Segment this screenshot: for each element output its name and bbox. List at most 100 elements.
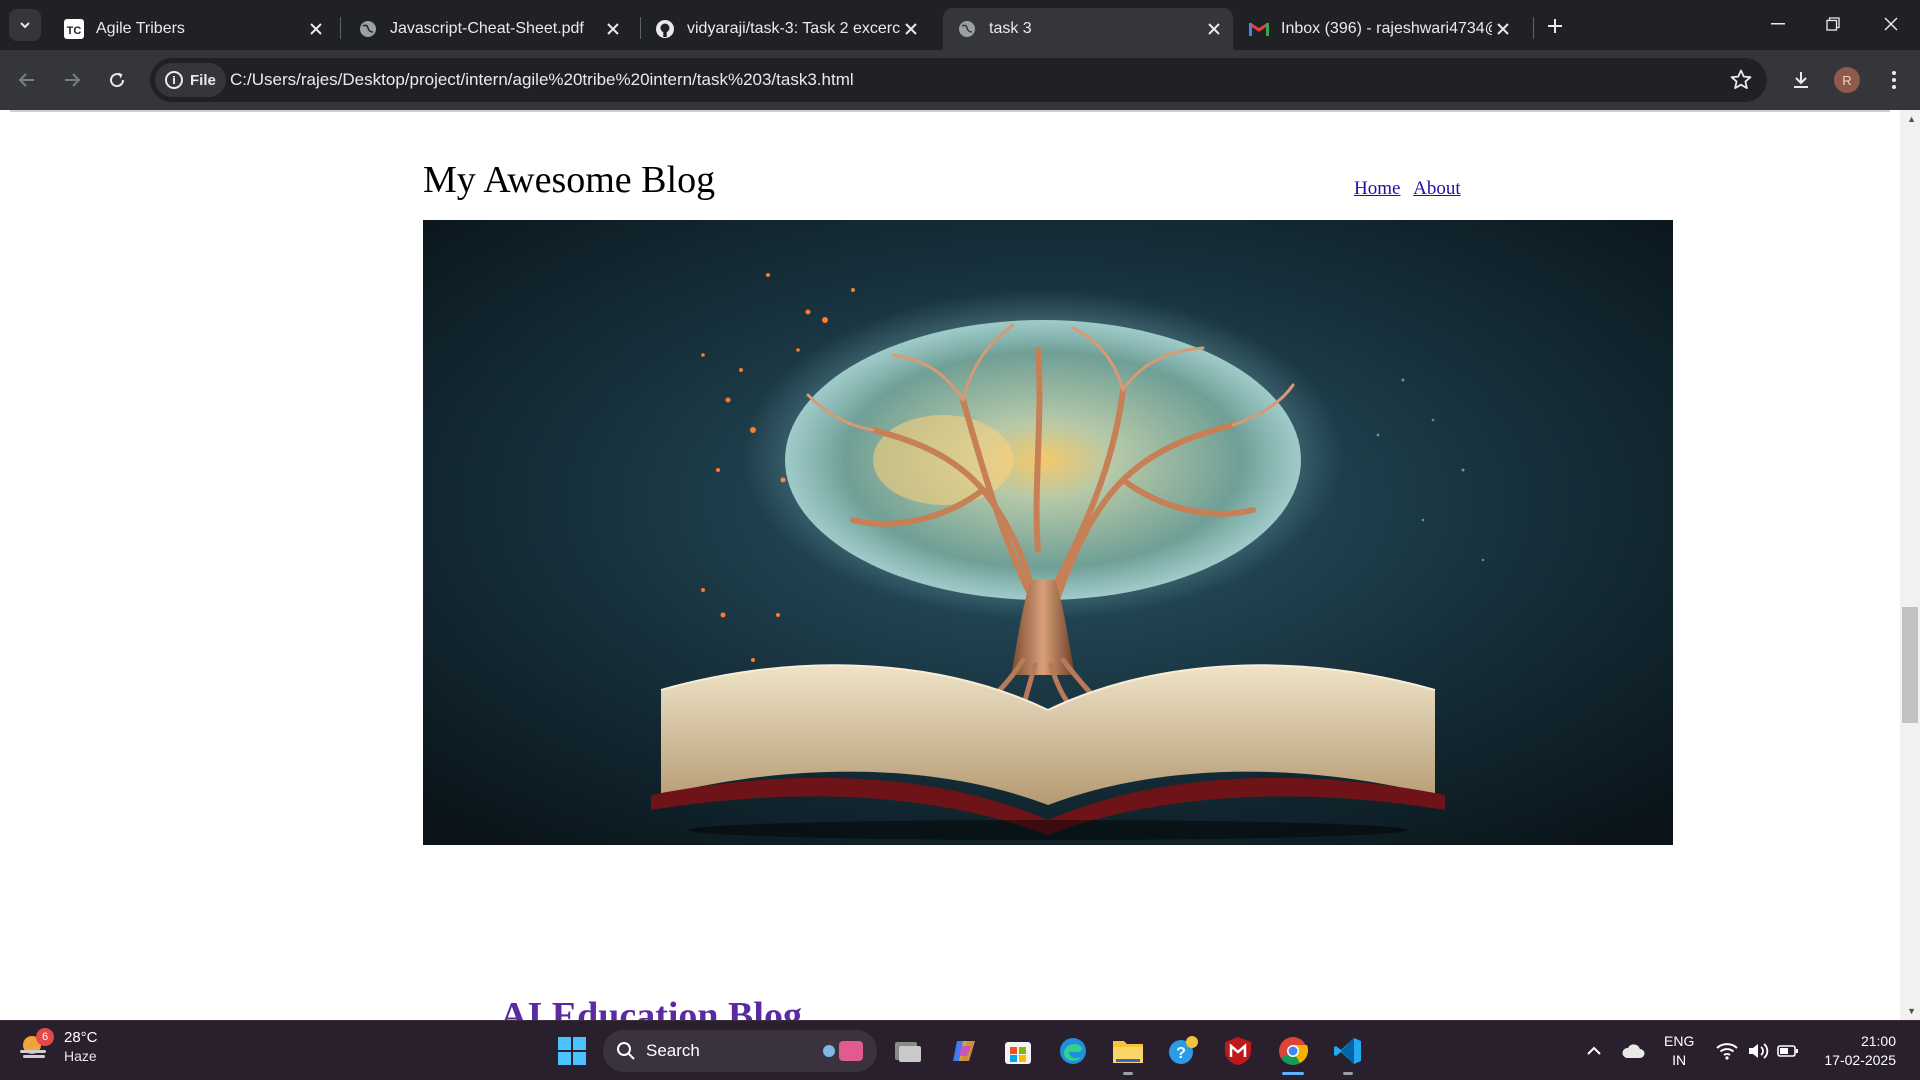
battery-icon (1777, 1045, 1798, 1057)
bookmark-star-icon[interactable] (1729, 68, 1753, 92)
browser-menu-button[interactable] (1876, 62, 1912, 98)
minimize-icon (1771, 23, 1785, 25)
help-icon: ? (1169, 1036, 1198, 1064)
taskbar-search[interactable]: Search (603, 1030, 877, 1072)
close-icon[interactable] (602, 18, 624, 40)
reload-button[interactable] (99, 62, 135, 98)
restore-button[interactable] (1811, 6, 1855, 42)
tab-title: Agile Tribers (96, 20, 185, 37)
close-icon (1884, 17, 1898, 31)
arrow-left-icon (18, 73, 34, 87)
gmail-icon (1249, 19, 1269, 39)
haze-weather-icon: 6 (18, 1028, 54, 1064)
minimize-button[interactable] (1756, 6, 1800, 42)
windows-taskbar: 6 28°C Haze Search ? ENG IN 21:00 17-02-… (0, 1020, 1920, 1080)
tab-github-task-3[interactable]: vidyaraji/task-3: Task 2 excercise (641, 8, 930, 50)
arrow-right-icon (65, 73, 81, 87)
copilot-icon (953, 1041, 975, 1061)
browser-toolbar: i File C:/Users/rajes/Desktop/project/in… (0, 50, 1920, 110)
network-button[interactable] (1713, 1021, 1741, 1080)
cloud-icon (1622, 1044, 1645, 1058)
download-icon (1794, 72, 1808, 88)
tab-title: task 3 (989, 20, 1032, 37)
tc-logo-icon: TC (64, 19, 84, 39)
site-info-chip[interactable]: i File (155, 63, 226, 97)
copilot-button[interactable] (944, 1031, 984, 1071)
running-indicator (1343, 1072, 1353, 1075)
close-window-button[interactable] (1869, 6, 1913, 42)
page-viewport: My Awesome Blog Home About AI Education … (0, 110, 1920, 1020)
clock-date: 17-02-2025 (1824, 1052, 1896, 1068)
downloads-button[interactable] (1783, 62, 1819, 98)
mcafee-shield-icon (1225, 1037, 1251, 1065)
close-icon[interactable] (1492, 18, 1514, 40)
start-button[interactable] (552, 1031, 592, 1071)
site-info-label: File (190, 71, 216, 89)
close-icon[interactable] (900, 18, 922, 40)
tab-search-button[interactable] (9, 9, 41, 41)
tab-gmail-inbox[interactable]: Inbox (396) - rajeshwari4734@g (1235, 8, 1522, 50)
scroll-down-arrow-icon[interactable]: ▼ (1907, 1006, 1916, 1016)
close-icon[interactable] (305, 18, 327, 40)
tab-title: vidyaraji/task-3: Task 2 excercise (687, 20, 900, 37)
back-button[interactable] (9, 62, 45, 98)
nav-link-home[interactable]: Home (1354, 178, 1400, 199)
weather-widget[interactable]: 6 28°C Haze (18, 1028, 98, 1065)
task-view-button[interactable] (888, 1031, 928, 1071)
tab-separator (1533, 17, 1534, 39)
active-indicator (1282, 1072, 1304, 1075)
microsoft-store-button[interactable] (998, 1031, 1038, 1071)
globe-icon (957, 19, 977, 39)
task-view-icon (895, 1042, 921, 1062)
weather-condition: Haze (64, 1048, 97, 1064)
vscode-button[interactable] (1328, 1031, 1368, 1071)
system-clock[interactable]: 21:00 17-02-2025 (1816, 1032, 1896, 1070)
show-hidden-icons-button[interactable] (1580, 1021, 1608, 1080)
hero-image (423, 220, 1673, 845)
clock-time: 21:00 (1860, 1033, 1896, 1049)
scroll-up-arrow-icon[interactable]: ▲ (1907, 114, 1916, 124)
tab-separator (340, 17, 341, 39)
new-tab-button[interactable] (1541, 12, 1569, 40)
tab-strip: TC Agile Tribers Javascript-Cheat-Sheet.… (0, 0, 1920, 50)
avatar: R (1834, 67, 1860, 93)
onedrive-button[interactable] (1618, 1021, 1648, 1080)
mcafee-button[interactable] (1218, 1031, 1258, 1071)
battery-button[interactable] (1774, 1021, 1802, 1080)
file-explorer-button[interactable] (1108, 1031, 1148, 1071)
close-icon[interactable] (1203, 18, 1225, 40)
post-title: AI Education Blog (500, 995, 802, 1020)
volume-button[interactable] (1744, 1021, 1772, 1080)
chevron-down-icon (20, 22, 30, 29)
plus-icon (1548, 19, 1562, 33)
edge-icon (1060, 1038, 1086, 1064)
edge-button[interactable] (1053, 1031, 1093, 1071)
chrome-button[interactable] (1273, 1031, 1313, 1071)
scrollbar-thumb[interactable] (1902, 607, 1918, 723)
tab-task-3[interactable]: task 3 (943, 8, 1233, 50)
chrome-icon (1279, 1037, 1309, 1065)
svg-text:TC: TC (67, 25, 82, 37)
divider (10, 110, 1890, 112)
windows-logo-icon (558, 1037, 586, 1065)
url-text[interactable]: C:/Users/rajes/Desktop/project/intern/ag… (230, 70, 854, 90)
language-code: ENG (1664, 1033, 1695, 1049)
svg-text:?: ? (1176, 1045, 1186, 1062)
address-bar[interactable]: i File C:/Users/rajes/Desktop/project/in… (150, 58, 1767, 102)
tab-javascript-cheat-sheet[interactable]: Javascript-Cheat-Sheet.pdf (344, 8, 632, 50)
tab-title: Inbox (396) - rajeshwari4734@g (1281, 20, 1492, 37)
speaker-icon (1749, 1043, 1769, 1059)
forward-button[interactable] (54, 62, 90, 98)
page-scrollbar[interactable]: ▲ ▼ (1900, 110, 1920, 1020)
store-icon (1005, 1042, 1031, 1064)
nav-link-about[interactable]: About (1413, 178, 1461, 199)
search-highlight-icon (823, 1041, 863, 1061)
help-app-button[interactable]: ? (1163, 1031, 1203, 1071)
wifi-icon (1716, 1043, 1738, 1060)
profile-button[interactable]: R (1829, 62, 1865, 98)
more-vertical-icon (1892, 71, 1896, 89)
globe-icon (358, 19, 378, 39)
tree-book-illustration (423, 220, 1673, 845)
tab-agile-tribers[interactable]: TC Agile Tribers (50, 8, 335, 50)
language-indicator[interactable]: ENG IN (1664, 1032, 1694, 1070)
